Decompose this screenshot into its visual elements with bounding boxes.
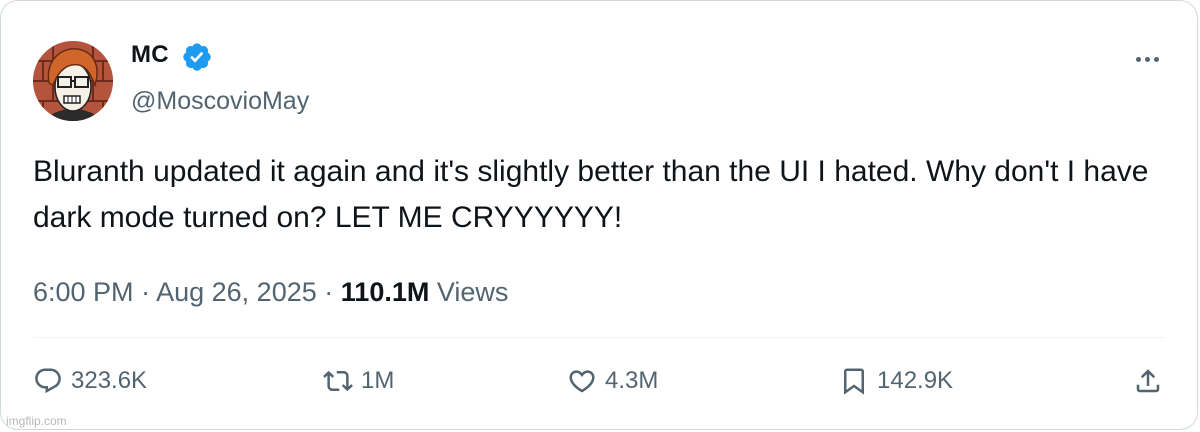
repost-count: 1M bbox=[361, 367, 395, 394]
tweet-card: MC @MoscovioMay Bluranth updated it agai… bbox=[0, 0, 1198, 430]
bookmark-button[interactable]: 142.9K bbox=[839, 365, 953, 397]
views-label: Views bbox=[436, 277, 509, 307]
tweet-date[interactable]: Aug 26, 2025 bbox=[156, 277, 317, 307]
repost-icon bbox=[323, 370, 353, 392]
like-count: 4.3M bbox=[605, 367, 659, 394]
meta-separator: · bbox=[141, 277, 151, 307]
heart-icon bbox=[569, 370, 595, 393]
share-icon bbox=[1136, 369, 1160, 393]
avatar-image bbox=[33, 41, 113, 121]
share-button[interactable] bbox=[1133, 365, 1163, 397]
bookmark-count: 142.9K bbox=[877, 367, 954, 394]
display-name[interactable]: MC bbox=[131, 41, 169, 69]
repost-button[interactable]: 1M bbox=[323, 365, 394, 397]
tweet-metadata: 6:00 PM · Aug 26, 2025 · 110.1M Views bbox=[33, 277, 508, 308]
watermark: imgflip.com bbox=[6, 414, 67, 428]
views-count: 110.1M bbox=[340, 277, 430, 307]
bookmark-icon bbox=[844, 368, 864, 395]
meta-separator: · bbox=[324, 277, 334, 307]
like-button[interactable]: 4.3M bbox=[567, 365, 658, 397]
reply-icon bbox=[35, 368, 61, 394]
tweet-time[interactable]: 6:00 PM bbox=[33, 277, 134, 307]
handle[interactable]: @MoscovioMay bbox=[131, 87, 309, 116]
more-options-icon[interactable] bbox=[1129, 49, 1165, 69]
tweet-text: Bluranth updated it again and it's sligh… bbox=[33, 155, 1149, 234]
avatar[interactable] bbox=[33, 41, 113, 121]
reply-count: 323.6K bbox=[71, 367, 148, 394]
reply-button[interactable]: 323.6K bbox=[33, 365, 147, 397]
divider bbox=[33, 337, 1165, 338]
verified-badge-icon bbox=[183, 43, 211, 71]
